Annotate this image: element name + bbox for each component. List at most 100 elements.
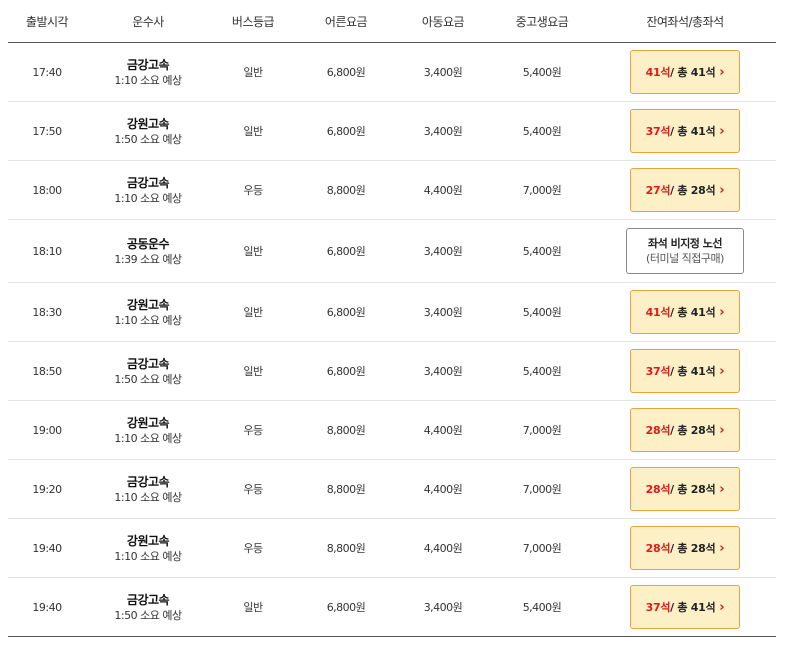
select-seat-button[interactable]: 37석 / 총 41석 ›: [630, 109, 740, 153]
select-seat-button[interactable]: 37석 / 총 41석 ›: [630, 349, 740, 393]
remaining-seats: 28석: [645, 424, 671, 437]
student-fare: 7,000원: [522, 424, 562, 437]
remaining-seats: 37석: [645, 125, 671, 138]
departure-time: 19:20: [32, 482, 62, 496]
table-row: 17:40 금강고속 1:10 소요 예상 일반 6,800원 3,400원 5…: [8, 43, 776, 102]
table-row: 18:30 강원고속 1:10 소요 예상 일반 6,800원 3,400원 5…: [8, 283, 776, 342]
seats-cell: 28석 / 총 28석 ›: [594, 401, 776, 459]
select-seat-button[interactable]: 28석 / 총 28석 ›: [630, 526, 740, 570]
student-fare: 5,400원: [522, 125, 562, 138]
bus-grade: 일반: [243, 365, 263, 378]
chevron-right-icon: ›: [719, 363, 725, 379]
child-fare: 4,400원: [423, 483, 463, 496]
company-cell: 금강고속 1:10 소요 예상: [86, 43, 210, 101]
chevron-right-icon: ›: [719, 540, 725, 556]
table-row: 19:20 금강고속 1:10 소요 예상 우등 8,800원 4,400원 7…: [8, 460, 776, 519]
adult-fare: 6,800원: [326, 365, 366, 378]
header-departure-time: 출발시각: [25, 14, 69, 29]
child-fare: 4,400원: [423, 424, 463, 437]
company-name: 금강고속: [126, 474, 170, 489]
company-name: 금강고속: [126, 356, 170, 371]
company-cell: 강원고속 1:10 소요 예상: [86, 283, 210, 341]
departure-time: 17:50: [32, 124, 62, 138]
table-header: 출발시각 운수사 버스등급 어른요금 아동요금 중고생요금 잔여좌석/총좌석: [8, 0, 776, 43]
total-seats: / 총 41석: [670, 601, 716, 614]
total-seats: / 총 28석: [670, 424, 716, 437]
company-cell: 금강고속 1:10 소요 예상: [86, 161, 210, 219]
duration-estimate: 1:39 소요 예상: [114, 252, 182, 266]
departure-time: 18:30: [32, 305, 62, 319]
bus-grade: 일반: [243, 306, 263, 319]
bus-grade: 우등: [243, 184, 263, 197]
total-seats: / 총 41석: [670, 125, 716, 138]
total-seats: / 총 28석: [670, 483, 716, 496]
adult-fare: 6,800원: [326, 66, 366, 79]
total-seats: / 총 41석: [670, 306, 716, 319]
select-seat-button[interactable]: 27석 / 총 28석 ›: [630, 168, 740, 212]
adult-fare: 6,800원: [326, 601, 366, 614]
duration-estimate: 1:10 소요 예상: [114, 490, 182, 504]
unreserved-seating-notice: 좌석 비지정 노선 (터미널 직접구매): [626, 228, 744, 274]
bus-grade: 일반: [243, 66, 263, 79]
departure-time: 18:00: [32, 183, 62, 197]
bus-grade: 일반: [243, 125, 263, 138]
company-name: 강원고속: [126, 533, 170, 548]
total-seats: / 총 41석: [670, 66, 716, 79]
child-fare: 4,400원: [423, 184, 463, 197]
total-seats: / 총 41석: [670, 365, 716, 378]
adult-fare: 8,800원: [326, 542, 366, 555]
company-cell: 공동운수 1:39 소요 예상: [86, 220, 210, 282]
company-name: 강원고속: [126, 415, 170, 430]
seats-cell: 37석 / 총 41석 ›: [594, 102, 776, 160]
child-fare: 3,400원: [423, 125, 463, 138]
table-row: 19:40 강원고속 1:10 소요 예상 우등 8,800원 4,400원 7…: [8, 519, 776, 578]
chevron-right-icon: ›: [719, 64, 725, 80]
seats-cell: 41석 / 총 41석 ›: [594, 283, 776, 341]
student-fare: 5,400원: [522, 601, 562, 614]
select-seat-button[interactable]: 28석 / 총 28석 ›: [630, 408, 740, 452]
company-name: 강원고속: [126, 297, 170, 312]
student-fare: 5,400원: [522, 66, 562, 79]
company-cell: 강원고속 1:10 소요 예상: [86, 401, 210, 459]
table-row: 18:00 금강고속 1:10 소요 예상 우등 8,800원 4,400원 7…: [8, 161, 776, 220]
bus-grade: 일반: [243, 245, 263, 258]
student-fare: 7,000원: [522, 184, 562, 197]
child-fare: 3,400원: [423, 306, 463, 319]
bus-grade: 우등: [243, 483, 263, 496]
child-fare: 3,400원: [423, 245, 463, 258]
seats-cell: 좌석 비지정 노선 (터미널 직접구매): [594, 220, 776, 282]
chevron-right-icon: ›: [719, 304, 725, 320]
seats-cell: 37석 / 총 41석 ›: [594, 342, 776, 400]
chevron-right-icon: ›: [719, 422, 725, 438]
chevron-right-icon: ›: [719, 182, 725, 198]
duration-estimate: 1:10 소요 예상: [114, 191, 182, 205]
child-fare: 3,400원: [423, 66, 463, 79]
select-seat-button[interactable]: 41석 / 총 41석 ›: [630, 290, 740, 334]
table-row: 17:50 강원고속 1:50 소요 예상 일반 6,800원 3,400원 5…: [8, 102, 776, 161]
remaining-seats: 41석: [645, 66, 671, 79]
child-fare: 4,400원: [423, 542, 463, 555]
company-cell: 강원고속 1:50 소요 예상: [86, 102, 210, 160]
bus-grade: 우등: [243, 542, 263, 555]
departure-time: 19:00: [32, 423, 62, 437]
header-student-fare: 중고생요금: [515, 14, 569, 29]
bus-grade: 일반: [243, 601, 263, 614]
company-name: 금강고속: [126, 592, 170, 607]
unreserved-route-label: 좌석 비지정 노선: [648, 237, 723, 250]
adult-fare: 8,800원: [326, 184, 366, 197]
departure-time: 18:10: [32, 244, 62, 258]
adult-fare: 8,800원: [326, 424, 366, 437]
total-seats: / 총 28석: [670, 184, 716, 197]
departure-time: 19:40: [32, 600, 62, 614]
student-fare: 5,400원: [522, 245, 562, 258]
select-seat-button[interactable]: 28석 / 총 28석 ›: [630, 467, 740, 511]
header-bus-grade: 버스등급: [231, 14, 275, 29]
company-cell: 금강고속 1:50 소요 예상: [86, 342, 210, 400]
select-seat-button[interactable]: 37석 / 총 41석 ›: [630, 585, 740, 629]
adult-fare: 6,800원: [326, 125, 366, 138]
select-seat-button[interactable]: 41석 / 총 41석 ›: [630, 50, 740, 94]
duration-estimate: 1:10 소요 예상: [114, 313, 182, 327]
company-name: 강원고속: [126, 116, 170, 131]
chevron-right-icon: ›: [719, 599, 725, 615]
header-seats: 잔여좌석/총좌석: [646, 14, 724, 29]
